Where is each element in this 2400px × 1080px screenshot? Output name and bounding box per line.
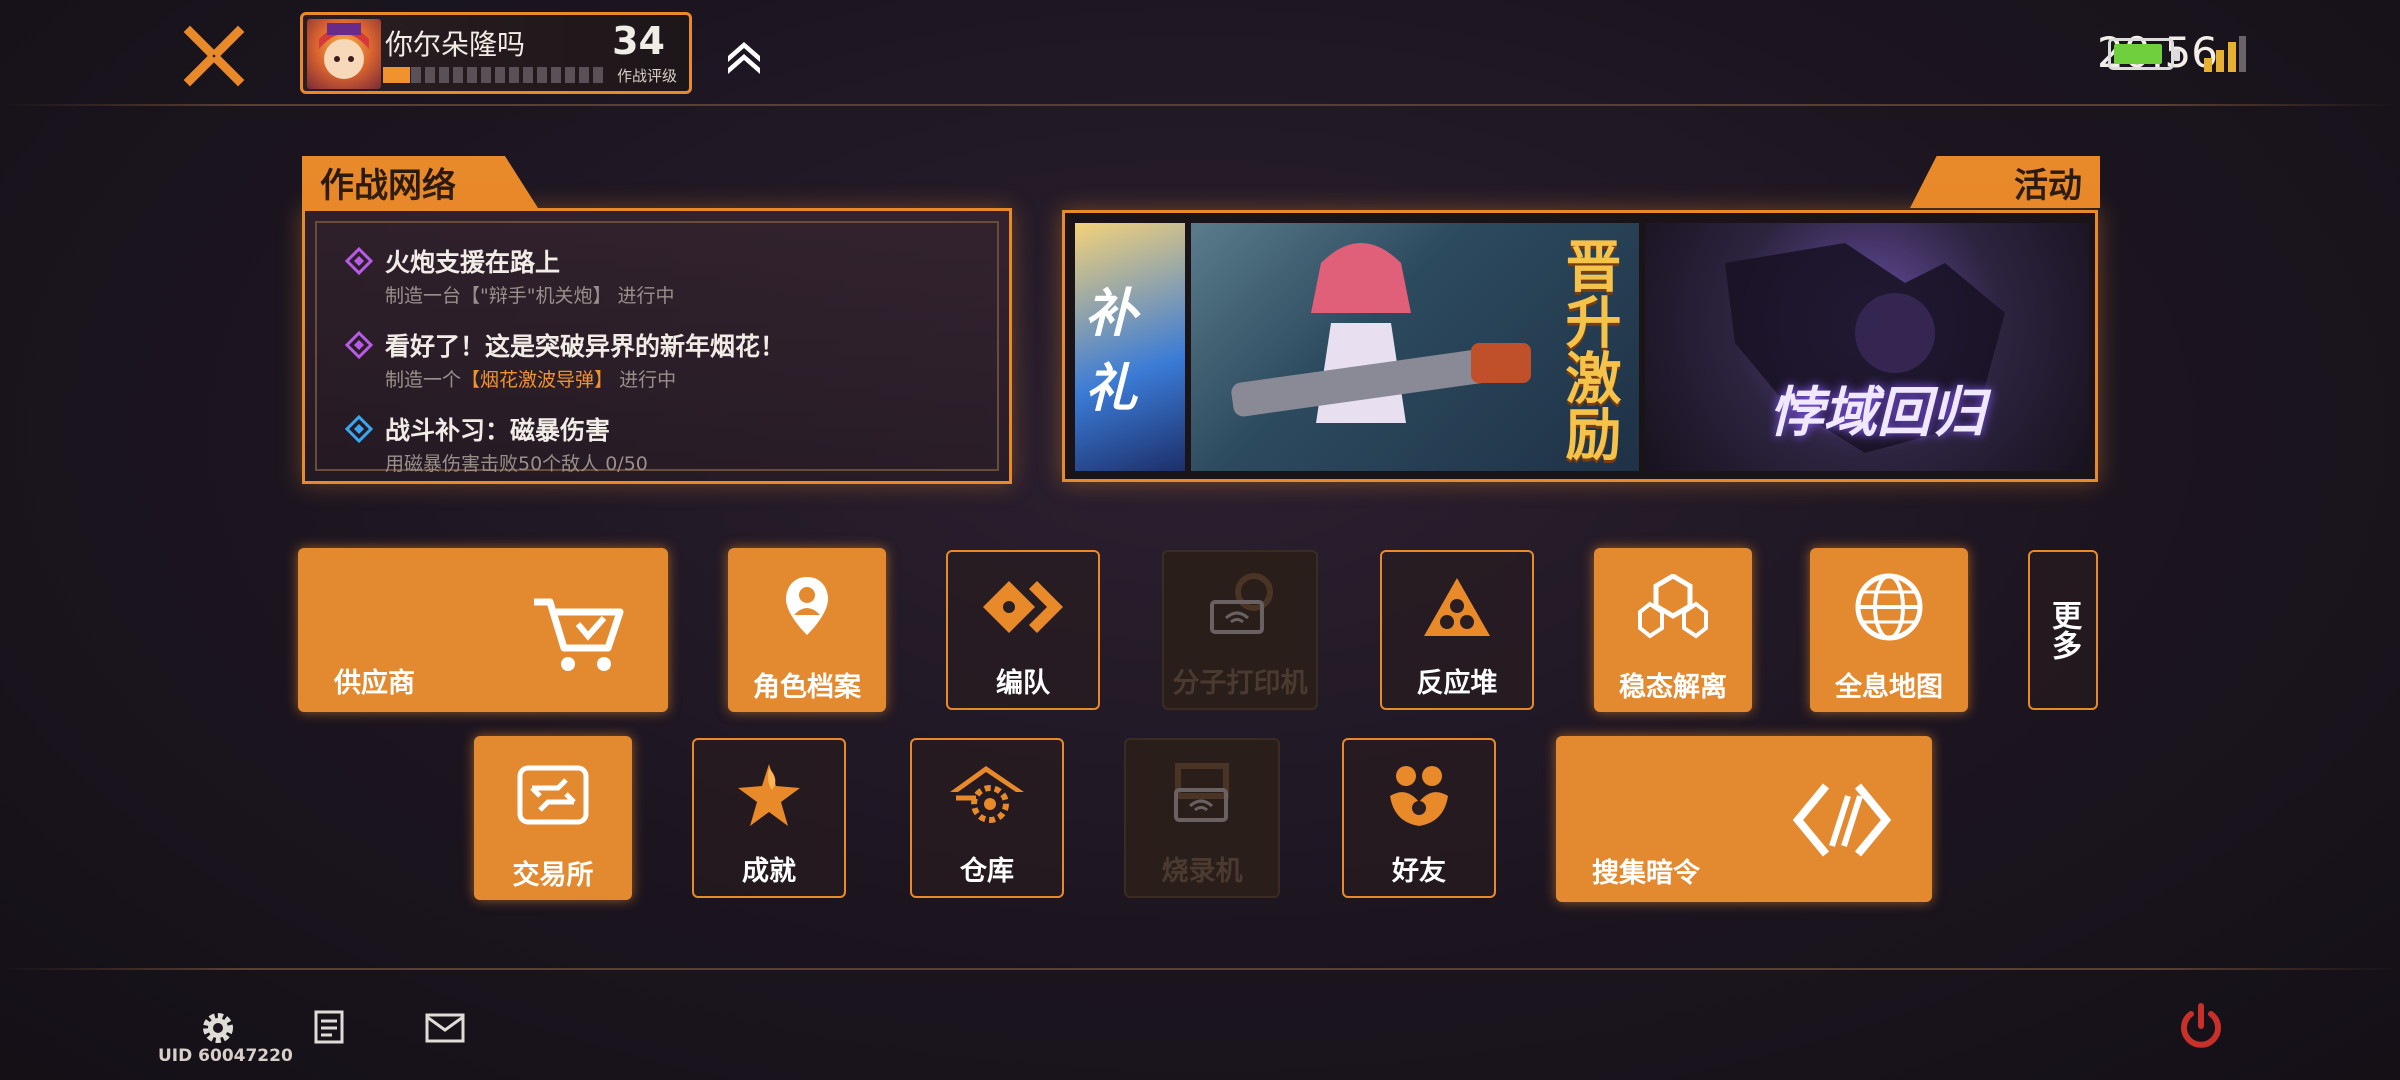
menu-reactor-label: 反应堆 (1416, 668, 1498, 699)
globe-icon (1855, 573, 1923, 640)
menu-warehouse[interactable]: 仓库 (910, 738, 1064, 898)
power-icon (2181, 1003, 2221, 1048)
menu-character-profile[interactable]: 角色档案 (728, 548, 886, 712)
menu-collect-cipher-label: 搜集暗令 (1592, 858, 1700, 889)
mission-desc: 用磁暴伤害击败50个敌人 0/50 (385, 453, 648, 475)
menu-more-button[interactable]: 更多 (2028, 550, 2098, 710)
star-flame-icon (738, 763, 800, 826)
xp-bar (383, 67, 605, 83)
menu-burner[interactable]: 烧录机 (1124, 738, 1280, 898)
friends-icon (1390, 765, 1448, 826)
menu-holographic-map[interactable]: 全息地图 (1810, 548, 1968, 712)
menu-supplier[interactable]: 供应商 (298, 548, 668, 712)
avatar (307, 19, 381, 89)
combat-level: 34 (612, 19, 665, 63)
mission-title: 看好了！这是突破异界的新年烟花！ (385, 332, 786, 361)
exchange-icon (517, 765, 589, 824)
menu-friends-label: 好友 (1392, 856, 1446, 887)
settings-button[interactable] (198, 1008, 238, 1048)
warehouse-icon (950, 765, 1024, 823)
menu-character-profile-label: 角色档案 (753, 672, 861, 703)
battery-level-fill (2114, 44, 2162, 64)
close-button[interactable] (180, 22, 248, 90)
reactor-icon (1424, 577, 1490, 636)
menu-reactor[interactable]: 反应堆 (1380, 550, 1534, 710)
battery-icon (2108, 38, 2180, 70)
menu-friends[interactable]: 好友 (1342, 738, 1496, 898)
event-banner[interactable]: 悖域回归 (1645, 223, 2089, 471)
cipher-icon (1792, 783, 1892, 857)
user-id: UID 60047220 (158, 1046, 293, 1066)
close-icon (183, 25, 245, 87)
mail-button[interactable] (424, 1012, 466, 1044)
events-carousel[interactable]: 补礼 晋升激励 悖域回归 (1062, 210, 2098, 482)
menu-squad[interactable]: 编队 (946, 550, 1100, 710)
diamond-target-icon (345, 331, 373, 359)
menu-achievements-label: 成就 (742, 856, 796, 887)
profile-pin-icon (786, 576, 828, 635)
tab-events[interactable]: 活动 (1910, 156, 2100, 208)
menu-more-label: 更多 (2046, 600, 2081, 660)
printer-locked-icon (1210, 572, 1273, 634)
bottom-divider (0, 968, 2400, 970)
combat-level-caption: 作战评级 (616, 67, 677, 85)
squad-icon (983, 580, 1063, 633)
gear-icon (203, 1013, 233, 1043)
diamond-target-icon (345, 415, 373, 443)
menu-steady-state-dissociation-label: 稳态解离 (1619, 672, 1727, 703)
menu-molecular-printer-label: 分子打印机 (1172, 668, 1308, 699)
menu-achievements[interactable]: 成就 (692, 738, 846, 898)
event-banner[interactable]: 补礼 (1075, 223, 1185, 471)
cart-icon (534, 598, 624, 671)
burner-locked-icon (1174, 762, 1229, 822)
menu-warehouse-label: 仓库 (960, 856, 1014, 887)
menu-holographic-map-label: 全息地图 (1835, 672, 1943, 703)
xp-bar-fill (383, 67, 410, 83)
player-profile-card[interactable]: 你尔朵隆吗 34 作战评级 (300, 12, 692, 94)
menu-squad-label: 编队 (996, 668, 1050, 699)
event-banner-title: 补礼 (1085, 284, 1138, 419)
menu-molecular-printer[interactable]: 分子打印机 (1162, 550, 1318, 710)
diamond-target-icon (345, 247, 373, 275)
signal-icon (2204, 36, 2246, 72)
exit-button[interactable] (2176, 1002, 2226, 1052)
dissociation-icon (1638, 573, 1708, 638)
menu-collect-cipher[interactable]: 搜集暗令 (1556, 736, 1932, 902)
menu-exchange-label: 交易所 (512, 860, 594, 891)
mail-icon (425, 1013, 465, 1043)
tab-combat-network-label: 作战网络 (320, 165, 456, 206)
mission-title: 火炮支援在路上 (385, 248, 561, 277)
player-name: 你尔朵隆吗 (385, 28, 526, 61)
event-banner-title: 晋升激励 (1556, 237, 1621, 461)
menu-supplier-label: 供应商 (334, 668, 415, 699)
mission-list: 火炮支援在路上 制造一台【"辩手"机关炮】 进行中 看好了！这是突破异界的新年烟… (315, 221, 999, 475)
event-banner-title: 悖域回归 (1769, 381, 1985, 444)
character-art (1231, 243, 1531, 423)
tab-combat-network[interactable]: 作战网络 (302, 156, 538, 208)
notes-icon (314, 1010, 344, 1044)
mission-desc: 制造一个【烟花激波导弹】 进行中 (385, 369, 677, 391)
event-banner[interactable]: 晋升激励 (1191, 223, 1639, 471)
mission-panel[interactable]: 火炮支援在路上 制造一台【"辩手"机关炮】 进行中 看好了！这是突破异界的新年烟… (302, 208, 1012, 484)
mission-title: 战斗补习：磁暴伤害 (385, 416, 611, 445)
menu-steady-state-dissociation[interactable]: 稳态解离 (1594, 548, 1752, 712)
tab-events-label: 活动 (2014, 165, 2082, 206)
notes-button[interactable] (310, 1008, 348, 1046)
top-divider (0, 104, 2400, 106)
chevron-up-double-icon (728, 42, 760, 74)
menu-exchange[interactable]: 交易所 (474, 736, 632, 900)
mission-desc: 制造一台【"辩手"机关炮】 进行中 (385, 285, 675, 307)
collapse-button[interactable] (724, 34, 764, 74)
menu-burner-label: 烧录机 (1161, 856, 1243, 887)
